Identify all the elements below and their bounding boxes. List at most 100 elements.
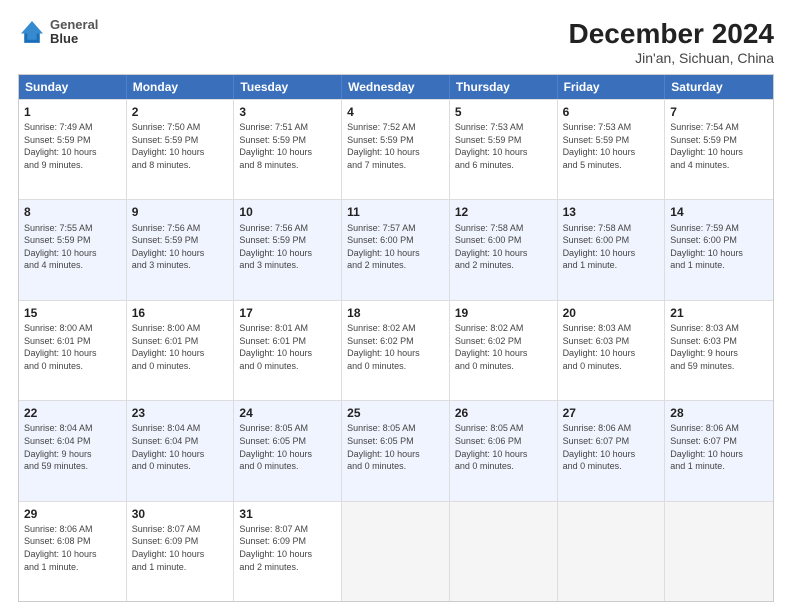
calendar-cell: 30Sunrise: 8:07 AM Sunset: 6:09 PM Dayli… [127, 502, 235, 601]
calendar-cell [342, 502, 450, 601]
day-number: 25 [347, 405, 444, 421]
day-number: 12 [455, 204, 552, 220]
calendar-cell: 31Sunrise: 8:07 AM Sunset: 6:09 PM Dayli… [234, 502, 342, 601]
weekday-header: Saturday [665, 75, 773, 99]
page-title: December 2024 [569, 18, 774, 50]
day-number: 10 [239, 204, 336, 220]
day-info: Sunrise: 7:58 AM Sunset: 6:00 PM Dayligh… [563, 222, 660, 272]
day-number: 8 [24, 204, 121, 220]
day-number: 5 [455, 104, 552, 120]
day-info: Sunrise: 8:05 AM Sunset: 6:05 PM Dayligh… [347, 422, 444, 472]
calendar-cell: 10 Sunrise: 7:56 AM Sunset: 5:59 PM Dayli… [234, 200, 342, 299]
calendar-cell: 9Sunrise: 7:56 AM Sunset: 5:59 PM Daylig… [127, 200, 235, 299]
weekday-header: Tuesday [234, 75, 342, 99]
page-subtitle: Jin'an, Sichuan, China [569, 50, 774, 66]
day-info: Sunrise: 8:05 AM Sunset: 6:05 PM Dayligh… [239, 422, 336, 472]
calendar-cell: 21Sunrise: 8:03 AM Sunset: 6:03 PM Dayli… [665, 301, 773, 400]
calendar-cell: 2Sunrise: 7:50 AM Sunset: 5:59 PM Daylig… [127, 100, 235, 199]
logo-text: General Blue [50, 18, 98, 47]
day-number: 27 [563, 405, 660, 421]
day-info: Sunrise: 7:58 AM Sunset: 6:00 PM Dayligh… [455, 222, 552, 272]
calendar-cell: 6Sunrise: 7:53 AM Sunset: 5:59 PM Daylig… [558, 100, 666, 199]
day-number: 24 [239, 405, 336, 421]
calendar-cell: 29Sunrise: 8:06 AM Sunset: 6:08 PM Dayli… [19, 502, 127, 601]
day-info: Sunrise: 8:05 AM Sunset: 6:06 PM Dayligh… [455, 422, 552, 472]
day-number: 4 [347, 104, 444, 120]
day-info: Sunrise: 8:07 AM Sunset: 6:09 PM Dayligh… [132, 523, 229, 573]
calendar-cell: 11Sunrise: 7:57 AM Sunset: 6:00 PM Dayli… [342, 200, 450, 299]
day-info: Sunrise: 7:53 AM Sunset: 5:59 PM Dayligh… [563, 121, 660, 171]
day-info: Sunrise: 8:06 AM Sunset: 6:08 PM Dayligh… [24, 523, 121, 573]
day-info: Sunrise: 8:07 AM Sunset: 6:09 PM Dayligh… [239, 523, 336, 573]
calendar-cell: 17Sunrise: 8:01 AM Sunset: 6:01 PM Dayli… [234, 301, 342, 400]
calendar-cell: 8Sunrise: 7:55 AM Sunset: 5:59 PM Daylig… [19, 200, 127, 299]
calendar-row: 29Sunrise: 8:06 AM Sunset: 6:08 PM Dayli… [19, 501, 773, 601]
day-number: 23 [132, 405, 229, 421]
calendar-cell: 19Sunrise: 8:02 AM Sunset: 6:02 PM Dayli… [450, 301, 558, 400]
logo-icon [18, 18, 46, 46]
calendar-cell: 13 Sunrise: 7:58 AM Sunset: 6:00 PM Dayli… [558, 200, 666, 299]
day-info: Sunrise: 8:00 AM Sunset: 6:01 PM Dayligh… [132, 322, 229, 372]
day-info: Sunrise: 8:01 AM Sunset: 6:01 PM Dayligh… [239, 322, 336, 372]
day-info: Sunrise: 8:02 AM Sunset: 6:02 PM Dayligh… [455, 322, 552, 372]
calendar-cell: 3Sunrise: 7:51 AM Sunset: 5:59 PM Daylig… [234, 100, 342, 199]
calendar-cell [558, 502, 666, 601]
day-number: 3 [239, 104, 336, 120]
weekday-header: Sunday [19, 75, 127, 99]
calendar-cell [665, 502, 773, 601]
day-number: 26 [455, 405, 552, 421]
weekday-header: Friday [558, 75, 666, 99]
title-block: December 2024 Jin'an, Sichuan, China [569, 18, 774, 66]
day-number: 15 [24, 305, 121, 321]
day-info: Sunrise: 8:06 AM Sunset: 6:07 PM Dayligh… [670, 422, 768, 472]
calendar-cell: 25Sunrise: 8:05 AM Sunset: 6:05 PM Dayli… [342, 401, 450, 500]
calendar-cell: 12 Sunrise: 7:58 AM Sunset: 6:00 PM Dayli… [450, 200, 558, 299]
calendar-row: 8Sunrise: 7:55 AM Sunset: 5:59 PM Daylig… [19, 199, 773, 299]
day-info: Sunrise: 8:03 AM Sunset: 6:03 PM Dayligh… [563, 322, 660, 372]
day-number: 18 [347, 305, 444, 321]
day-number: 19 [455, 305, 552, 321]
day-info: Sunrise: 8:00 AM Sunset: 6:01 PM Dayligh… [24, 322, 121, 372]
day-info: Sunrise: 7:52 AM Sunset: 5:59 PM Dayligh… [347, 121, 444, 171]
day-info: Sunrise: 8:06 AM Sunset: 6:07 PM Dayligh… [563, 422, 660, 472]
day-number: 20 [563, 305, 660, 321]
day-info: Sunrise: 8:04 AM Sunset: 6:04 PM Dayligh… [132, 422, 229, 472]
day-info: Sunrise: 8:02 AM Sunset: 6:02 PM Dayligh… [347, 322, 444, 372]
calendar: SundayMondayTuesdayWednesdayThursdayFrid… [18, 74, 774, 602]
calendar-cell: 15Sunrise: 8:00 AM Sunset: 6:01 PM Dayli… [19, 301, 127, 400]
day-info: Sunrise: 7:49 AM Sunset: 5:59 PM Dayligh… [24, 121, 121, 171]
day-number: 16 [132, 305, 229, 321]
day-number: 7 [670, 104, 768, 120]
calendar-cell: 27Sunrise: 8:06 AM Sunset: 6:07 PM Dayli… [558, 401, 666, 500]
day-number: 6 [563, 104, 660, 120]
calendar-cell: 22Sunrise: 8:04 AM Sunset: 6:04 PM Dayli… [19, 401, 127, 500]
day-info: Sunrise: 7:56 AM Sunset: 5:59 PM Dayligh… [239, 222, 336, 272]
day-number: 21 [670, 305, 768, 321]
day-number: 28 [670, 405, 768, 421]
day-number: 13 [563, 204, 660, 220]
day-info: Sunrise: 7:53 AM Sunset: 5:59 PM Dayligh… [455, 121, 552, 171]
calendar-cell: 5Sunrise: 7:53 AM Sunset: 5:59 PM Daylig… [450, 100, 558, 199]
day-info: Sunrise: 7:54 AM Sunset: 5:59 PM Dayligh… [670, 121, 768, 171]
calendar-cell: 1Sunrise: 7:49 AM Sunset: 5:59 PM Daylig… [19, 100, 127, 199]
day-number: 29 [24, 506, 121, 522]
calendar-body: 1Sunrise: 7:49 AM Sunset: 5:59 PM Daylig… [19, 99, 773, 601]
calendar-cell: 7Sunrise: 7:54 AM Sunset: 5:59 PM Daylig… [665, 100, 773, 199]
day-number: 9 [132, 204, 229, 220]
weekday-header: Monday [127, 75, 235, 99]
day-info: Sunrise: 8:03 AM Sunset: 6:03 PM Dayligh… [670, 322, 768, 372]
day-info: Sunrise: 7:51 AM Sunset: 5:59 PM Dayligh… [239, 121, 336, 171]
day-number: 17 [239, 305, 336, 321]
day-info: Sunrise: 7:59 AM Sunset: 6:00 PM Dayligh… [670, 222, 768, 272]
weekday-header: Wednesday [342, 75, 450, 99]
calendar-row: 1Sunrise: 7:49 AM Sunset: 5:59 PM Daylig… [19, 99, 773, 199]
calendar-cell: 16Sunrise: 8:00 AM Sunset: 6:01 PM Dayli… [127, 301, 235, 400]
day-number: 22 [24, 405, 121, 421]
calendar-cell: 4Sunrise: 7:52 AM Sunset: 5:59 PM Daylig… [342, 100, 450, 199]
day-number: 14 [670, 204, 768, 220]
day-number: 11 [347, 204, 444, 220]
calendar-cell [450, 502, 558, 601]
calendar-row: 22 Sunrise: 8:04 AM Sunset: 6:04 PM Dayli… [19, 400, 773, 500]
calendar-cell: 18Sunrise: 8:02 AM Sunset: 6:02 PM Dayli… [342, 301, 450, 400]
weekday-header: Thursday [450, 75, 558, 99]
